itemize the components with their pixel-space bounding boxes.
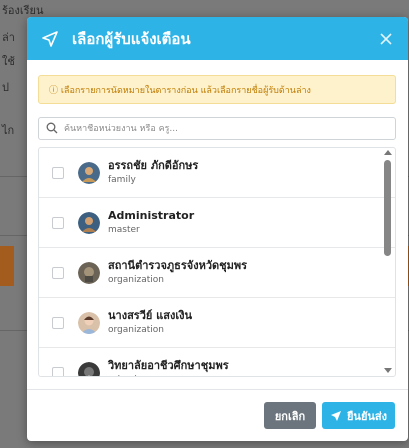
- list-scrollbar[interactable]: [381, 148, 395, 376]
- list-item[interactable]: วิทยาลัยอาชีวศึกษาชุมพร school: [39, 348, 395, 376]
- list-item[interactable]: อรรถชัย ภักดีอักษร family: [39, 148, 395, 198]
- recipient-type: organization: [108, 325, 164, 335]
- recipient-type: school: [108, 374, 229, 376]
- bg-orange-bar: [0, 246, 14, 286]
- recipient-type: master: [108, 225, 140, 235]
- recipient-checkbox[interactable]: [52, 216, 64, 229]
- send-icon: [330, 410, 341, 421]
- modal-footer: ยกเลิก ยืนยันส่ง: [27, 389, 408, 441]
- cancel-button[interactable]: ยกเลิก: [264, 402, 316, 429]
- confirm-send-button[interactable]: ยืนยันส่ง: [322, 402, 395, 429]
- recipient-checkbox[interactable]: [52, 166, 64, 179]
- confirm-label: ยืนยันส่ง: [346, 409, 387, 423]
- recipient-checkbox[interactable]: [52, 266, 64, 279]
- modal-header: เลือกผู้รับแจ้งเตือน: [27, 17, 408, 60]
- scroll-down-arrow-icon[interactable]: [384, 368, 392, 373]
- recipient-checkbox[interactable]: [52, 316, 64, 329]
- recipient-type: organization: [108, 275, 164, 285]
- close-icon[interactable]: [376, 29, 396, 49]
- info-alert: ⓘ เลือกรายการนัดหมายในตารางก่อน แล้วเลือ…: [38, 75, 396, 104]
- bg-text-2: ล่า: [2, 31, 15, 44]
- recipient-type: family: [108, 175, 136, 185]
- recipient-list: อรรถชัย ภักดีอักษร family Administrator …: [38, 147, 396, 377]
- scroll-up-arrow-icon[interactable]: [384, 150, 392, 155]
- list-item[interactable]: นางสรวีย์ แสงเงิน organization: [39, 298, 395, 348]
- select-recipient-modal: เลือกผู้รับแจ้งเตือน ⓘ เลือกรายการนัดหมา…: [27, 17, 408, 441]
- avatar: [78, 261, 100, 284]
- recipient-name: สถานีตำรวจภูธรจังหวัดชุมพร: [108, 259, 248, 272]
- bg-text-4: ป: [2, 81, 9, 94]
- send-icon: [40, 29, 60, 49]
- search-box: [38, 117, 396, 140]
- recipient-checkbox[interactable]: [52, 366, 64, 376]
- avatar: [78, 361, 100, 376]
- bg-text-5: ไก: [2, 124, 15, 137]
- bg-text-3: ใช้: [2, 55, 15, 68]
- list-item[interactable]: สถานีตำรวจภูธรจังหวัดชุมพร organization: [39, 248, 395, 298]
- search-icon: [46, 119, 58, 138]
- avatar: [78, 161, 100, 184]
- recipient-name: นางสรวีย์ แสงเงิน: [108, 309, 192, 322]
- recipient-name: วิทยาลัยอาชีวศึกษาชุมพร: [108, 359, 229, 372]
- recipient-name: อรรถชัย ภักดีอักษร: [108, 159, 199, 172]
- scroll-thumb[interactable]: [384, 160, 391, 256]
- list-item[interactable]: Administrator master: [39, 198, 395, 248]
- modal-title: เลือกผู้รับแจ้งเตือน: [72, 29, 191, 48]
- avatar: [78, 311, 100, 334]
- recipient-name: Administrator: [108, 209, 195, 222]
- avatar: [78, 211, 100, 234]
- search-input[interactable]: [64, 123, 395, 134]
- bg-text-1: ร้องเรียน: [2, 4, 44, 17]
